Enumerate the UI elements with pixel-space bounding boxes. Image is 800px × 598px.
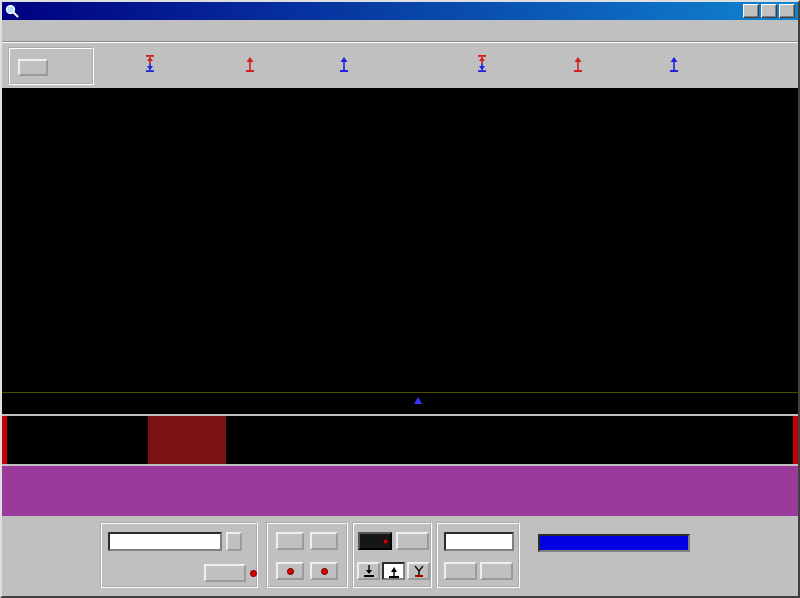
probe-up-button[interactable] (382, 562, 405, 580)
app-magnifier-icon (5, 4, 19, 18)
window-controls (743, 4, 795, 18)
progress-fill (540, 536, 688, 550)
probe-y-icon (412, 564, 426, 578)
cursor-b-min-icon (668, 55, 680, 72)
zoom-out-button[interactable] (444, 562, 477, 580)
app-window (0, 0, 800, 598)
zoom-in-button[interactable] (480, 562, 513, 580)
cursors-group (8, 47, 94, 85)
menu-help[interactable] (34, 28, 50, 34)
probe-up-icon (387, 564, 401, 578)
title-bar[interactable] (2, 2, 798, 20)
cursor-a-max-icon (244, 55, 256, 72)
cursor-a-min-icon (338, 55, 350, 72)
close-button[interactable] (779, 4, 795, 18)
zoom-ratio-display (444, 532, 514, 551)
overview-cd-canvas (2, 466, 798, 516)
delta-t-marker-icon (414, 397, 422, 404)
display-group (266, 522, 348, 588)
probe-down-icon (362, 564, 376, 578)
overview-strip-ab[interactable] (2, 416, 798, 464)
calc-button[interactable] (396, 532, 429, 550)
overview-strip-cd[interactable] (2, 466, 798, 516)
scope-display[interactable] (2, 88, 798, 392)
cursors-on-toggle[interactable] (18, 59, 48, 76)
menu-file[interactable] (2, 28, 18, 34)
menu-settings[interactable] (18, 28, 34, 34)
single-shot-button[interactable] (358, 532, 392, 550)
channel-b-enable-button[interactable] (310, 562, 338, 580)
filename-input[interactable] (108, 532, 222, 551)
progress-bar (538, 534, 690, 552)
channel-b-led (321, 568, 328, 575)
minimize-button[interactable] (743, 4, 759, 18)
delta-t-readout-group (414, 397, 425, 404)
channel-a-button[interactable] (276, 532, 304, 550)
open-button[interactable] (204, 564, 246, 582)
overview-ab-canvas (2, 416, 798, 464)
cursor-b-peak-to-peak-icon (476, 55, 488, 72)
channel-b-button[interactable] (310, 532, 338, 550)
open-status-led (250, 570, 257, 577)
scope-readout-row (2, 392, 798, 414)
probe-down-button[interactable] (357, 562, 380, 580)
progress-area (526, 518, 706, 594)
channel-a-enable-button[interactable] (276, 562, 304, 580)
cursor-b-max-icon (572, 55, 584, 72)
control-panel (2, 516, 798, 596)
cursor-readout-bar (2, 42, 798, 88)
file-list-button[interactable] (226, 532, 242, 551)
zoom-group (436, 522, 520, 588)
cursor-a-peak-to-peak-icon (144, 55, 156, 72)
single-shot-led (383, 539, 388, 544)
maximize-button[interactable] (761, 4, 777, 18)
scope-canvas (2, 88, 798, 392)
menu-bar (2, 20, 798, 42)
probe-y-button[interactable] (407, 562, 430, 580)
load-group (100, 522, 258, 588)
channel-a-led (287, 568, 294, 575)
dsp-smp-group (352, 522, 432, 588)
